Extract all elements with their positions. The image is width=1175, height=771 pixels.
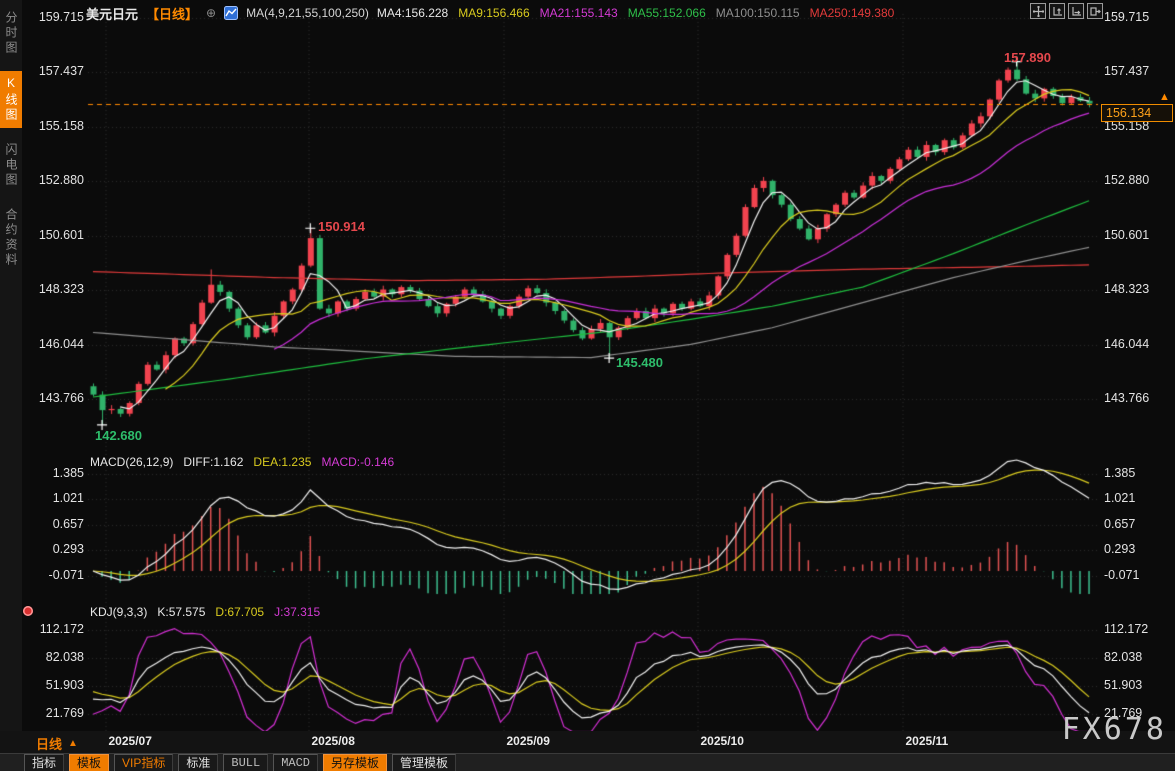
kdj-axis-label-L: 21.769 [28,706,84,721]
macd-axis-label-L: 0.657 [28,517,84,532]
price-axis-label-L: 148.323 [28,282,84,297]
toolbar-button-2[interactable]: 模板 [69,754,109,771]
toolbar-button-5[interactable]: BULL [223,754,268,771]
macd-axis-label-L: 0.293 [28,542,84,557]
kdj-title: KDJ(9,3,3) [90,605,147,619]
price-axis-label-L: 157.437 [28,64,84,79]
kdj-j-value: J:37.315 [274,605,320,619]
annotation-swing-high: 150.914 [318,219,365,234]
ma-group-label: MA(4,9,21,55,100,250) [246,6,369,20]
price-axis-label-L: 146.044 [28,337,84,352]
ma-legend-item-2: MA9:156.466 [458,6,529,20]
toolbar-button-4[interactable]: 标准 [178,754,218,771]
macd-dea-value: DEA:1.235 [253,455,311,469]
sidebar-tab-1[interactable]: 分时图 [0,6,22,61]
period-selector[interactable]: 日线 ▲ [36,734,78,753]
macd-axis-label-R: 1.385 [1104,466,1172,481]
annotation-high: 157.890 [990,50,1065,65]
price-axis-label-L: 155.158 [28,119,84,134]
macd-axis-label-R: 1.021 [1104,491,1172,506]
chart-header: 美元日元 【日线】 ⊕ MA(4,9,21,55,100,250) MA4:15… [86,3,894,23]
chart-canvas[interactable] [0,0,1175,771]
kdj-axis-label-R: 112.172 [1104,622,1172,637]
scale-horizontal-icon[interactable] [1068,3,1084,19]
macd-title: MACD(26,12,9) [90,455,173,469]
toolbar-button-1[interactable]: 指标 [24,754,64,771]
price-axis-label-R: 159.715 [1104,10,1172,25]
price-axis-label-R: 157.437 [1104,64,1172,79]
macd-axis-label-R: 0.293 [1104,542,1172,557]
kdj-settings-icon[interactable] [23,606,33,616]
month-label-1: 2025/07 [109,734,152,748]
add-indicator-icon[interactable]: ⊕ [206,6,216,20]
bottom-toolbar: 指标模板 VIP指标标准 BULL MACD 另存模板管理模板 [0,753,1175,771]
pan-tool-icon[interactable] [1030,3,1046,19]
scale-vertical-icon[interactable] [1049,3,1065,19]
ma-legend-item-4: MA55:152.066 [628,6,706,20]
annotation-swing-low: 145.480 [616,355,663,370]
macd-axis-label-L: 1.385 [28,466,84,481]
trading-terminal: 分时图 K线图闪电图合约资料 美元日元 【日线】 ⊕ MA(4,9,21,55,1… [0,0,1175,771]
price-up-arrow-icon: ▲ [1159,91,1170,103]
kdj-axis-label-L: 112.172 [28,622,84,637]
ma-legend-item-1: MA4:156.228 [377,6,448,20]
watermark: FX678 [1062,712,1167,747]
macd-diff-value: DIFF:1.162 [183,455,243,469]
price-axis-label-L: 143.766 [28,391,84,406]
sidebar-tab-2[interactable]: K线图 [0,71,22,128]
macd-axis-label-R: -0.071 [1104,568,1172,583]
price-axis-label-R: 148.323 [1104,282,1172,297]
chart-type-icon[interactable] [224,6,238,20]
period-up-icon: ▲ [68,738,78,749]
price-axis-label-R: 152.880 [1104,173,1172,188]
kdj-d-value: D:67.705 [215,605,264,619]
kdj-k-value: K:57.575 [157,605,205,619]
window-controls [1030,3,1103,19]
price-axis-label-L: 152.880 [28,173,84,188]
sidebar: 分时图 K线图闪电图合约资料 [0,0,22,731]
period-tag: 【日线】 [146,4,198,23]
toolbar-button-8[interactable]: 管理模板 [392,754,456,771]
month-label-2: 2025/08 [312,734,355,748]
month-label-3: 2025/09 [507,734,550,748]
ma-legend: MA4:156.228 MA9:156.466 MA21:155.143 MA55:1… [377,6,894,20]
ma-legend-item-6: MA250:149.380 [810,6,895,20]
symbol-name: 美元日元 [86,4,138,23]
price-axis-label-R: 143.766 [1104,391,1172,406]
price-axis-label-L: 150.601 [28,228,84,243]
kdj-pane-header: KDJ(9,3,3) K:57.575 D:67.705 J:37.315 [90,605,320,619]
dock-right-icon[interactable] [1087,3,1103,19]
toolbar-button-6[interactable]: MACD [273,754,318,771]
month-labels: 2025/07 2025/08 2025/09 2025/10 2025/11 [0,734,1175,752]
toolbar-button-7[interactable]: 另存模板 [323,754,387,771]
ma-legend-item-3: MA21:155.143 [540,6,618,20]
macd-pane-header: MACD(26,12,9) DIFF:1.162 DEA:1.235 MACD:… [90,455,394,469]
toolbar-button-3[interactable]: VIP指标 [114,754,173,771]
annotation-low: 142.680 [95,428,142,443]
macd-axis-label-R: 0.657 [1104,517,1172,532]
last-price-box: 156.134 [1101,104,1173,122]
price-axis-label-L: 159.715 [28,10,84,25]
kdj-axis-label-R: 51.903 [1104,678,1172,693]
period-label: 日线 [36,734,62,753]
price-axis-label-R: 150.601 [1104,228,1172,243]
ma-legend-item-5: MA100:150.115 [716,6,800,20]
kdj-axis-label-R: 82.038 [1104,650,1172,665]
kdj-axis-label-L: 51.903 [28,678,84,693]
macd-axis-label-L: -0.071 [28,568,84,583]
sidebar-tab-4[interactable]: 合约资料 [0,203,22,273]
macd-macd-value: MACD:-0.146 [321,455,394,469]
month-label-4: 2025/10 [701,734,744,748]
sidebar-tab-3[interactable]: 闪电图 [0,138,22,193]
month-label-5: 2025/11 [906,734,949,748]
price-axis-label-R: 146.044 [1104,337,1172,352]
macd-axis-label-L: 1.021 [28,491,84,506]
kdj-axis-label-L: 82.038 [28,650,84,665]
